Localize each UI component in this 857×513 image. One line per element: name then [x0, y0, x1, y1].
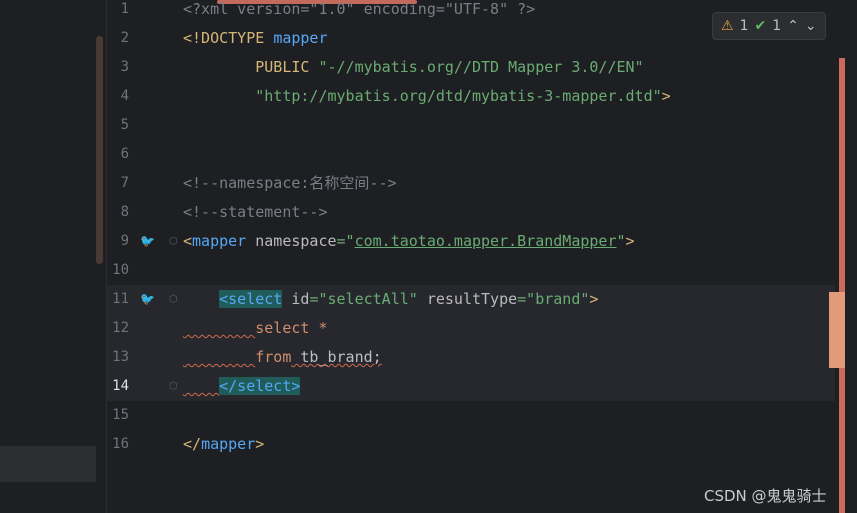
- line-code[interactable]: <select id="selectAll" resultType="brand…: [183, 285, 598, 314]
- line-code[interactable]: </mapper>: [183, 430, 264, 459]
- line-code[interactable]: <?xml version="1.0" encoding="UTF-8" ?>: [183, 0, 535, 24]
- warning-count: 1: [739, 18, 749, 34]
- line-code[interactable]: <!DOCTYPE mapper: [183, 24, 328, 53]
- attr-quote: ": [616, 232, 626, 250]
- chevron-up-icon[interactable]: ⌃: [787, 18, 799, 34]
- code-line[interactable]: 7 <!--namespace:名称空间-->: [107, 169, 835, 198]
- line-number: 8: [120, 204, 129, 220]
- closing-bracket: >: [661, 87, 671, 105]
- sql-star: *: [309, 319, 328, 337]
- check-icon: ✔: [754, 18, 767, 34]
- code-editor[interactable]: 1 <?xml version="1.0" encoding="UTF-8" ?…: [107, 0, 857, 513]
- code-line[interactable]: 13 from tb_brand;: [107, 343, 835, 372]
- code-line[interactable]: 11 🐦 ⬡ <select id="selectAll" resultType…: [107, 285, 835, 314]
- public-keyword: PUBLIC: [183, 58, 319, 76]
- tag-close: >: [625, 232, 635, 250]
- doctype-name: mapper: [273, 29, 328, 47]
- namespace-link[interactable]: com.taotao.mapper.BrandMapper: [355, 232, 617, 250]
- editor-error-stripe[interactable]: [839, 58, 845, 513]
- code-line[interactable]: 3 PUBLIC "-//mybatis.org//DTD Mapper 3.0…: [107, 53, 835, 82]
- public-id-string: "-//mybatis.org//DTD Mapper 3.0//EN": [318, 58, 644, 76]
- attr-value: ="brand": [517, 290, 590, 308]
- dtd-url-string: "http://mybatis.org/dtd/mybatis-3-mapper…: [255, 87, 662, 105]
- line-number: 4: [120, 88, 129, 104]
- inspection-widget[interactable]: ⚠ 1 ✔ 1 ⌃ ⌄: [712, 12, 826, 40]
- fold-arrow-icon[interactable]: ⬡: [169, 372, 178, 401]
- code-line[interactable]: 8 <!--statement-->: [107, 198, 835, 227]
- fold-arrow-icon[interactable]: ⬡: [169, 285, 178, 314]
- line-number: 7: [120, 175, 129, 191]
- line-code[interactable]: </select>: [183, 372, 301, 401]
- code-line-current[interactable]: 14 ⬡ </select>: [107, 372, 835, 401]
- mybatis-bird-icon[interactable]: 🐦: [140, 285, 155, 314]
- project-panel: [0, 0, 106, 513]
- line-number: 14: [112, 378, 129, 394]
- doctype-keyword: <!DOCTYPE: [183, 29, 274, 47]
- line-number: 3: [120, 59, 129, 75]
- sql-keyword: select: [255, 319, 310, 337]
- attr-eq: =": [336, 232, 355, 250]
- line-code[interactable]: <mapper namespace="com.taotao.mapper.Bra…: [183, 227, 635, 256]
- line-code[interactable]: <!--statement-->: [183, 198, 328, 227]
- ok-count: 1: [772, 18, 782, 34]
- line-code[interactable]: <!--namespace:名称空间-->: [183, 169, 397, 198]
- attr-name: id: [282, 290, 310, 308]
- line-number: 2: [120, 30, 129, 46]
- select-open-tag: <select: [219, 290, 283, 308]
- code-line[interactable]: 10: [107, 256, 835, 285]
- line-code[interactable]: from tb_brand;: [183, 343, 382, 372]
- line-code[interactable]: select *: [183, 314, 328, 343]
- line-number: 13: [112, 349, 129, 365]
- error-marker[interactable]: [829, 292, 845, 368]
- line-number: 5: [120, 117, 129, 133]
- mybatis-bird-icon[interactable]: 🐦: [140, 227, 155, 256]
- tag-name: mapper: [192, 232, 247, 250]
- tag-open: <: [183, 232, 193, 250]
- line-number: 10: [112, 262, 129, 278]
- sql-keyword: from: [255, 348, 292, 366]
- line-number: 16: [112, 436, 129, 452]
- line-number: 11: [112, 291, 129, 307]
- chevron-down-icon[interactable]: ⌄: [805, 18, 817, 34]
- attr-name: namespace: [246, 232, 337, 250]
- code-line[interactable]: 15: [107, 401, 835, 430]
- attr-value: ="selectAll": [309, 290, 418, 308]
- project-panel-scrollbar[interactable]: [96, 36, 103, 264]
- tag-close: >: [255, 435, 265, 453]
- warning-icon: ⚠: [721, 18, 734, 34]
- code-line[interactable]: 16 </mapper>: [107, 430, 835, 459]
- fold-arrow-icon[interactable]: ⬡: [169, 227, 178, 256]
- select-close-tag: </select>: [219, 377, 301, 395]
- watermark: CSDN @鬼鬼骑士: [704, 487, 827, 505]
- project-panel-selected-row[interactable]: [0, 446, 96, 482]
- code-line[interactable]: 5: [107, 111, 835, 140]
- line-code[interactable]: "http://mybatis.org/dtd/mybatis-3-mapper…: [183, 82, 671, 111]
- line-number: 6: [120, 146, 129, 162]
- line-number: 12: [112, 320, 129, 336]
- tag-name: mapper: [201, 435, 256, 453]
- code-line[interactable]: 9 🐦 ⬡ <mapper namespace="com.taotao.mapp…: [107, 227, 835, 256]
- code-line[interactable]: 12 select *: [107, 314, 835, 343]
- sql-table: tb_brand;: [291, 348, 382, 366]
- line-number: 15: [112, 407, 129, 423]
- code-line[interactable]: 4 "http://mybatis.org/dtd/mybatis-3-mapp…: [107, 82, 835, 111]
- tag-open: </: [183, 435, 202, 453]
- code-line[interactable]: 6: [107, 140, 835, 169]
- line-code[interactable]: PUBLIC "-//mybatis.org//DTD Mapper 3.0//…: [183, 53, 644, 82]
- tag-close: >: [589, 290, 599, 308]
- line-number: 1: [120, 1, 129, 17]
- attr-name: resultType: [417, 290, 518, 308]
- line-number: 9: [120, 233, 129, 249]
